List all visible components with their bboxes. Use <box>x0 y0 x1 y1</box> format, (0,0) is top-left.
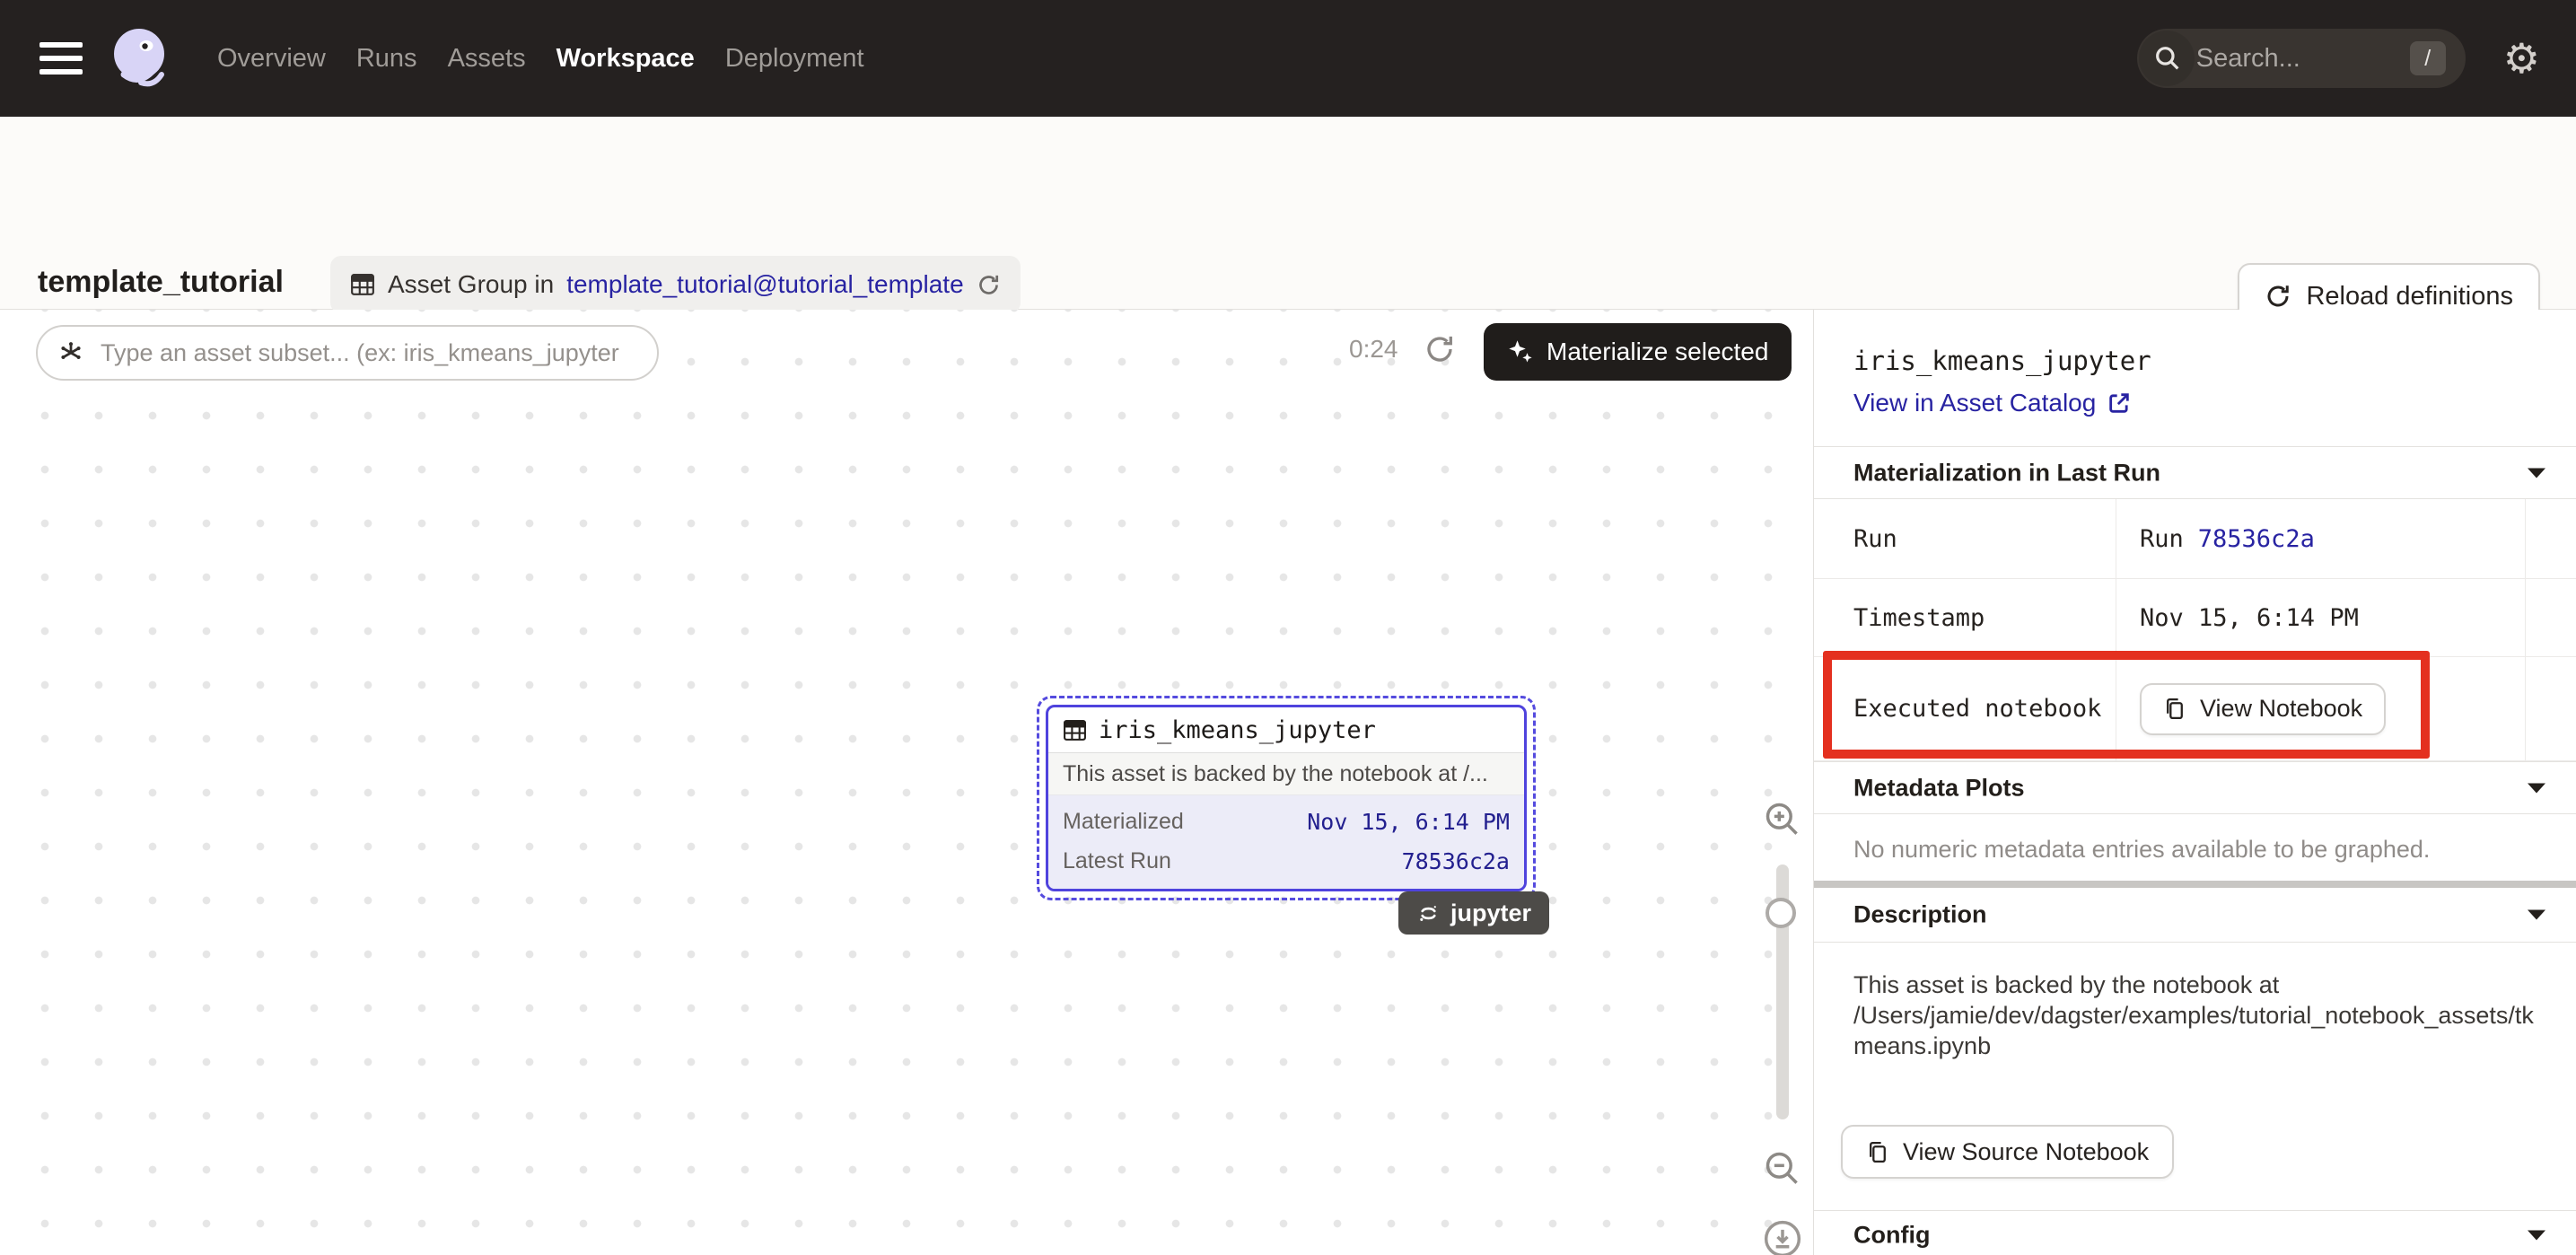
asset-node-selection[interactable]: iris_kmeans_jupyter This asset is backed… <box>1037 696 1536 900</box>
asset-group-icon <box>350 272 375 297</box>
compute-kind-label: jupyter <box>1450 900 1531 927</box>
run-id-link[interactable]: 78536c2a <box>2198 525 2315 553</box>
stat-value[interactable]: Nov 15, 6:14 PM <box>1307 809 1510 835</box>
chevron-down-icon[interactable] <box>2526 781 2547 794</box>
row-label: Executed notebook <box>1814 657 2116 760</box>
chevron-down-icon[interactable] <box>2526 466 2547 479</box>
view-notebook-button[interactable]: View Notebook <box>2140 683 2386 735</box>
search-shortcut-badge: / <box>2410 41 2446 75</box>
page-header: template_tutorial Asset Group in templat… <box>0 117 2576 310</box>
canvas-refresh-icon[interactable] <box>1424 333 1456 370</box>
asset-graph-icon <box>57 339 84 366</box>
stat-row-latest-run: Latest Run 78536c2a <box>1063 841 1510 881</box>
jupyter-icon <box>1416 901 1441 926</box>
section-title: Materialization in Last Run <box>1853 459 2160 487</box>
dagster-app: Overview Runs Assets Workspace Deploymen… <box>0 0 2576 1255</box>
stat-value[interactable]: 78536c2a <box>1402 848 1510 874</box>
table-row-run: Run Run 78536c2a <box>1814 499 2576 579</box>
dagster-logo-icon <box>106 23 176 93</box>
row-spacer <box>2526 579 2576 656</box>
refresh-timer: 0:24 <box>1349 335 1398 364</box>
asset-node-stats: Materialized Nov 15, 6:14 PM Latest Run … <box>1048 795 1524 889</box>
hamburger-menu-icon[interactable] <box>39 42 83 75</box>
asset-description-text: This asset is backed by the notebook at … <box>1853 970 2546 1061</box>
zoom-out-icon[interactable] <box>1763 1149 1802 1193</box>
section-materialization-in-last-run[interactable]: Materialization in Last Run <box>1814 446 2576 499</box>
materialize-selected-label: Materialize selected <box>1546 338 1768 366</box>
row-label: Timestamp <box>1814 579 2116 656</box>
section-description[interactable]: Description <box>1814 888 2576 943</box>
row-value: View Notebook <box>2116 657 2526 760</box>
nav-item-overview[interactable]: Overview <box>217 44 326 74</box>
search-icon <box>2153 44 2182 73</box>
asset-node-description: This asset is backed by the notebook at … <box>1048 753 1524 795</box>
lineage-canvas[interactable]: 0:24 Materialize selected iris_kmeans_ju… <box>0 310 1813 1255</box>
search-placeholder: Search... <box>2196 44 2300 74</box>
asset-group-breadcrumb: Asset Group in template_tutorial@tutoria… <box>330 256 1021 313</box>
gear-icon[interactable]: ⚙ <box>2503 38 2540 79</box>
chevron-down-icon[interactable] <box>2526 908 2547 922</box>
asset-group-link[interactable]: template_tutorial@tutorial_template <box>566 270 963 299</box>
download-view-icon[interactable] <box>1763 1219 1802 1255</box>
view-source-notebook-label: View Source Notebook <box>1903 1138 2149 1166</box>
nav-right: Search... / ⚙ <box>2137 29 2540 88</box>
stat-label: Materialized <box>1063 809 1184 835</box>
panel-asset-name: iris_kmeans_jupyter <box>1853 346 2151 376</box>
asset-node-header: iris_kmeans_jupyter <box>1048 707 1524 753</box>
reload-definitions-label: Reload definitions <box>2306 282 2513 312</box>
asset-node[interactable]: iris_kmeans_jupyter This asset is backed… <box>1046 705 1527 891</box>
sparkle-icon <box>1507 338 1534 365</box>
view-in-asset-catalog-link[interactable]: View in Asset Catalog <box>1853 389 2132 417</box>
materialize-selected-button[interactable]: Materialize selected <box>1484 323 1792 381</box>
metadata-empty-message: No numeric metadata entries available to… <box>1853 836 2430 864</box>
view-source-notebook-button[interactable]: View Source Notebook <box>1841 1125 2174 1179</box>
refresh-icon[interactable] <box>977 273 1001 297</box>
row-label: Run <box>1814 499 2116 578</box>
external-link-icon <box>2107 391 2132 416</box>
reload-icon <box>2265 283 2291 310</box>
stat-label: Latest Run <box>1063 848 1171 874</box>
nav-links: Overview Runs Assets Workspace Deploymen… <box>217 44 864 74</box>
compute-kind-tag-jupyter[interactable]: jupyter <box>1398 891 1549 935</box>
row-value: Nov 15, 6:14 PM <box>2116 579 2526 656</box>
notebook-icon <box>1866 1140 1890 1164</box>
asset-node-title: iris_kmeans_jupyter <box>1099 716 1376 744</box>
nav-item-deployment[interactable]: Deployment <box>725 44 864 74</box>
page-title: template_tutorial <box>38 265 284 300</box>
run-value-prefix: Run <box>2140 525 2184 553</box>
search-input[interactable]: Search... / <box>2137 29 2466 88</box>
asset-subset-input[interactable] <box>99 338 650 368</box>
zoom-slider-handle[interactable] <box>1766 898 1796 928</box>
zoom-in-icon[interactable] <box>1763 800 1802 844</box>
section-title: Description <box>1853 901 1987 929</box>
stat-row-materialized: Materialized Nov 15, 6:14 PM <box>1063 802 1510 841</box>
table-row-timestamp: Timestamp Nov 15, 6:14 PM <box>1814 579 2576 657</box>
section-title: Metadata Plots <box>1853 774 2025 802</box>
notebook-icon <box>2163 697 2187 721</box>
table-row-executed-notebook: Executed notebook View Notebook <box>1814 657 2576 761</box>
section-divider <box>1814 881 2576 888</box>
view-notebook-label: View Notebook <box>2200 695 2362 723</box>
row-spacer <box>2526 499 2576 578</box>
top-nav: Overview Runs Assets Workspace Deploymen… <box>0 0 2576 117</box>
asset-details-panel: iris_kmeans_jupyter View in Asset Catalo… <box>1813 310 2576 1255</box>
asset-group-prefix: Asset Group in <box>388 270 554 299</box>
chevron-down-icon[interactable] <box>2526 1229 2547 1242</box>
row-value: Run 78536c2a <box>2116 499 2526 578</box>
view-in-asset-catalog-label: View in Asset Catalog <box>1853 389 2096 417</box>
nav-item-runs[interactable]: Runs <box>356 44 417 74</box>
table-icon <box>1063 718 1087 742</box>
asset-subset-filter[interactable] <box>36 325 659 381</box>
row-spacer <box>2526 657 2576 760</box>
section-title: Config <box>1853 1222 1930 1250</box>
section-metadata-plots[interactable]: Metadata Plots <box>1814 761 2576 814</box>
nav-item-assets[interactable]: Assets <box>448 44 526 74</box>
nav-item-workspace[interactable]: Workspace <box>556 44 695 74</box>
section-config[interactable]: Config <box>1814 1210 2576 1255</box>
